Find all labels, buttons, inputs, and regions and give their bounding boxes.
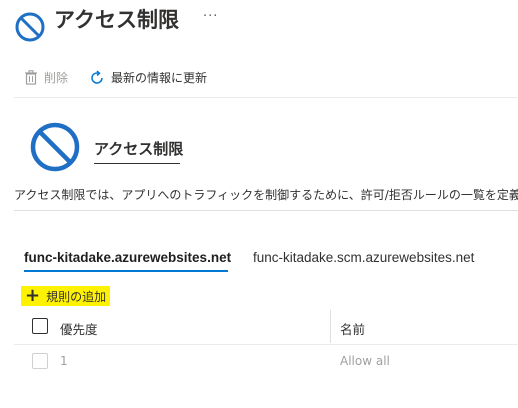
refresh-button[interactable]: 最新の情報に更新 <box>89 69 207 86</box>
selected-tab-indicator <box>24 270 228 272</box>
plus-icon: + <box>25 285 41 306</box>
tab-scm-azurewebsites[interactable]: func-kitadake.scm.azurewebsites.net <box>253 250 474 265</box>
section-title: アクセス制限 <box>94 140 184 158</box>
add-rule-label: 規則の追加 <box>46 289 107 304</box>
table-row[interactable]: 1 Allow all <box>14 345 518 379</box>
column-divider <box>330 310 331 343</box>
add-rule-button[interactable]: + 規則の追加 <box>21 285 111 306</box>
more-options-button[interactable]: ··· <box>203 9 218 24</box>
delete-button[interactable]: 削除 <box>24 69 68 86</box>
access-restriction-large-icon <box>30 122 80 172</box>
toolbar-divider <box>14 97 518 98</box>
row-priority: 1 <box>60 354 68 368</box>
refresh-icon <box>91 69 103 84</box>
column-header-priority[interactable]: 優先度 <box>60 319 98 338</box>
page-title: アクセス制限 <box>54 8 179 32</box>
delete-label: 削除 <box>44 71 69 85</box>
row-name: Allow all <box>340 354 390 368</box>
trash-icon <box>25 70 37 85</box>
table-header: 優先度 名前 <box>14 310 518 345</box>
description-divider <box>14 210 518 211</box>
section-description: アクセス制限では、アプリへのトラフィックを制御するために、許可/拒否ルールの一覧… <box>14 188 518 202</box>
row-checkbox <box>32 353 48 369</box>
select-all-checkbox[interactable] <box>32 318 48 334</box>
column-header-name[interactable]: 名前 <box>340 319 365 338</box>
section-title-underline <box>94 163 180 164</box>
tab-azurewebsites[interactable]: func-kitadake.azurewebsites.net <box>24 250 231 265</box>
refresh-label: 最新の情報に更新 <box>111 71 208 85</box>
access-restriction-icon <box>15 12 45 42</box>
